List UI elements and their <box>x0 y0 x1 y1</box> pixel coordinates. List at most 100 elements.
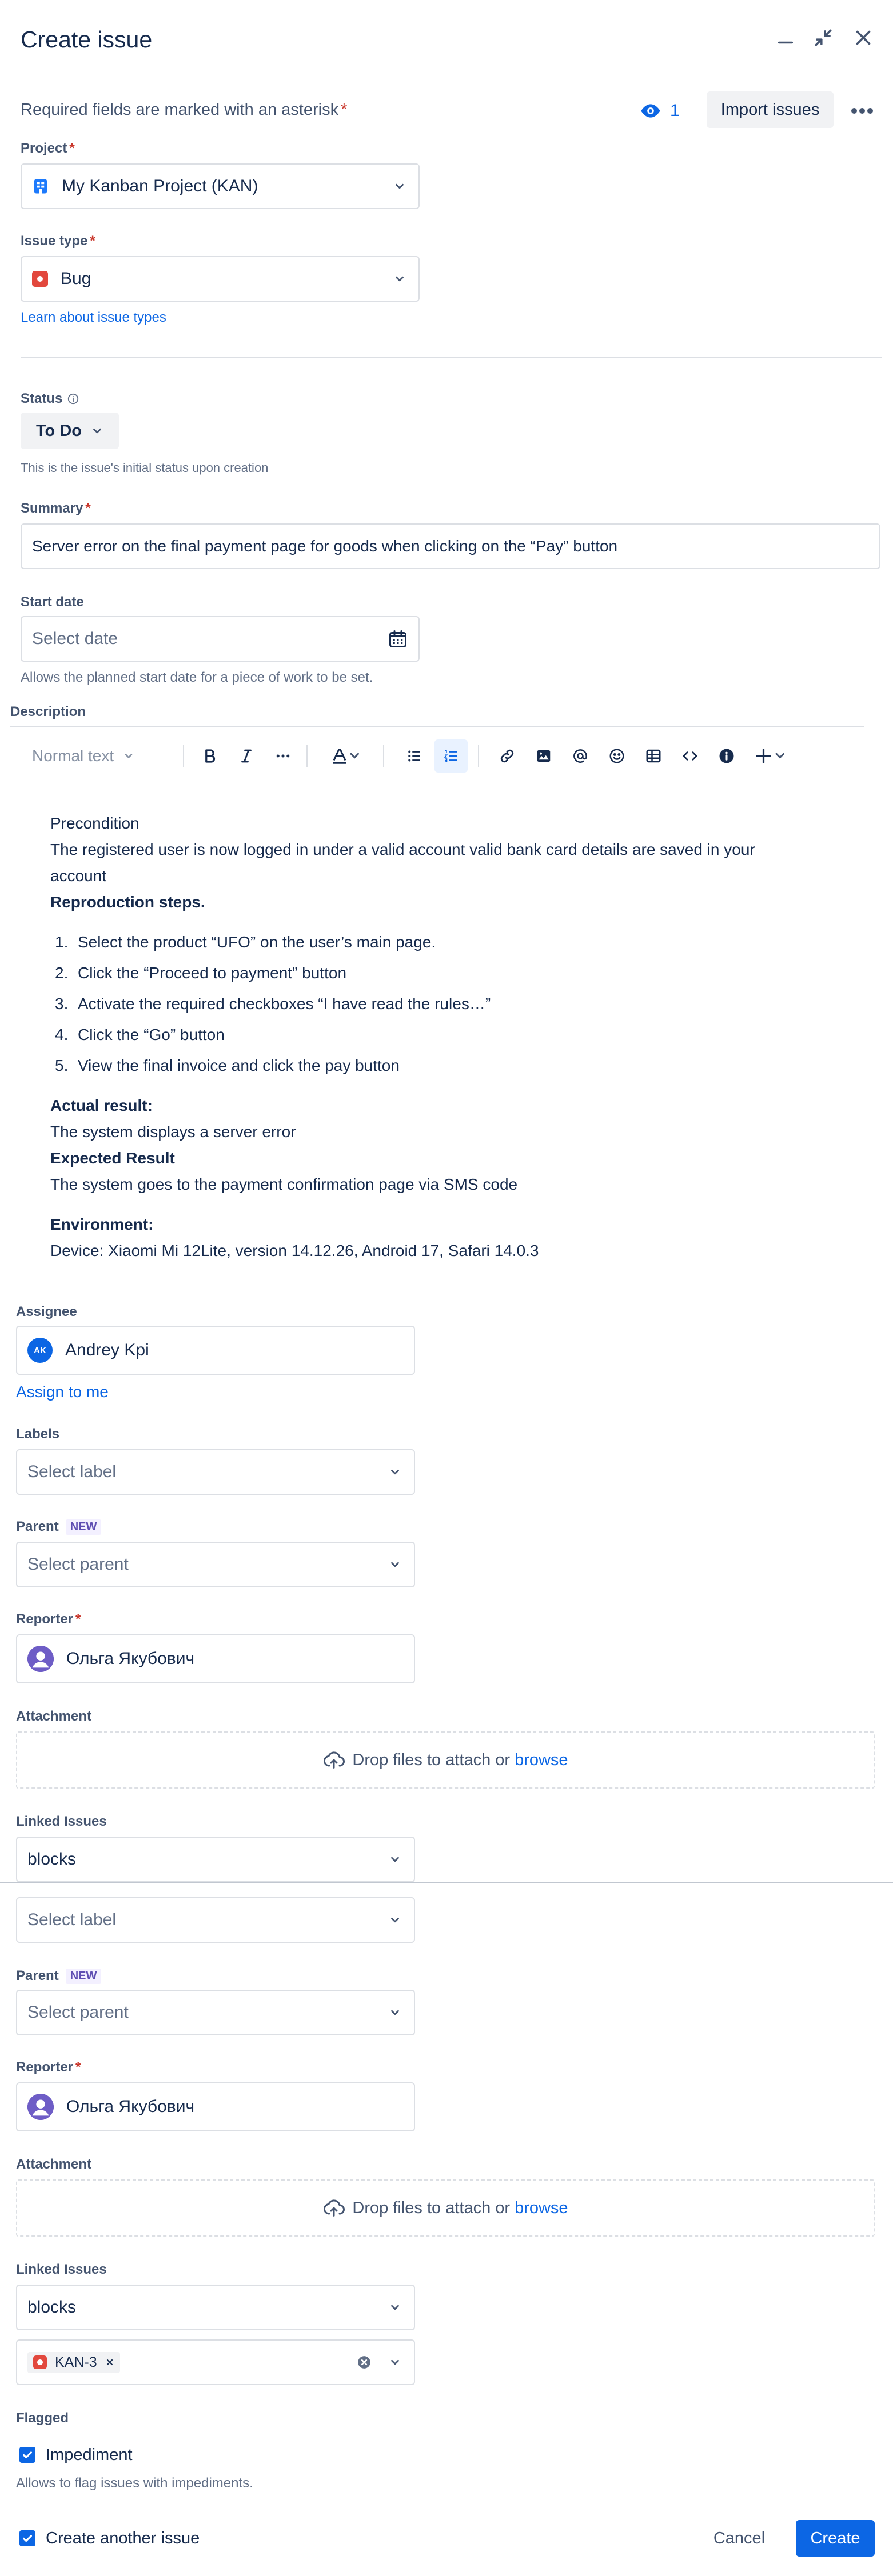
chevron-down-icon <box>386 2354 404 2371</box>
emoji-icon[interactable] <box>600 739 633 773</box>
expected-result-title: Expected Result <box>50 1149 175 1167</box>
actual-result-text: The system displays a server error <box>50 1123 296 1141</box>
issue-key: KAN-3 <box>55 2354 97 2370</box>
parent-placeholder: Select parent <box>27 2003 129 2022</box>
section-divider <box>21 357 882 358</box>
project-label: Project * <box>21 141 75 156</box>
eye-icon <box>639 99 662 122</box>
learn-issue-types-link[interactable]: Learn about issue types <box>21 310 166 326</box>
assignee-select[interactable]: AK Andrey Kpi <box>16 1326 415 1375</box>
create-another-label: Create another issue <box>46 2529 200 2547</box>
close-icon[interactable] <box>848 23 878 53</box>
link-type-value: blocks <box>27 1850 77 1869</box>
text-style-dropdown[interactable]: Normal text <box>32 739 134 773</box>
italic-icon[interactable] <box>230 739 263 773</box>
flagged-help: Allows to flag issues with impediments. <box>16 2475 253 2491</box>
scroll-seam <box>0 1882 893 1883</box>
actual-result-title: Actual result: <box>50 1097 153 1114</box>
attachment-label: Attachment <box>16 2157 92 2172</box>
steps-title: Reproduction steps. <box>50 893 205 911</box>
cancel-button[interactable]: Cancel <box>702 2520 776 2557</box>
link-type-value: blocks <box>27 2298 77 2317</box>
create-another-checkbox[interactable] <box>19 2530 35 2546</box>
precondition-title: Precondition <box>50 814 139 832</box>
attachment-drop-zone[interactable]: Drop files to attach or browse <box>16 2179 875 2237</box>
attachment-drop-zone[interactable]: Drop files to attach or browse <box>16 1731 875 1789</box>
create-button[interactable]: Create <box>796 2520 875 2557</box>
import-issues-button[interactable]: Import issues <box>707 91 834 128</box>
summary-value: Server error on the final payment page f… <box>32 537 618 555</box>
code-icon[interactable] <box>673 739 707 773</box>
link-icon[interactable] <box>491 739 524 773</box>
watch-button[interactable]: 1 <box>639 95 680 127</box>
assignee-value: Andrey Kpi <box>65 1341 149 1359</box>
chevron-down-icon <box>386 1556 404 1573</box>
link-type-select[interactable]: blocks <box>16 1837 415 1882</box>
chevron-down-icon <box>386 1911 404 1929</box>
start-date-label: Start date <box>21 594 84 610</box>
labels-select[interactable]: Select label <box>16 1449 415 1495</box>
collapse-icon[interactable] <box>808 23 838 53</box>
labels-select[interactable]: Select label <box>16 1897 415 1943</box>
mention-icon[interactable] <box>564 739 597 773</box>
text-color-icon[interactable] <box>322 739 368 773</box>
dialog-title: Create issue <box>21 26 153 53</box>
issue-type-select[interactable]: Bug <box>21 256 420 302</box>
remove-tag-icon[interactable] <box>105 2358 114 2367</box>
bold-icon[interactable] <box>193 739 226 773</box>
reporter-select[interactable]: Ольга Якубович <box>16 1634 415 1683</box>
start-date-placeholder: Select date <box>32 629 118 648</box>
reporter-label: Reporter * <box>16 1611 81 1627</box>
toolbar-separator <box>183 745 184 767</box>
project-select[interactable]: My Kanban Project (KAN) <box>21 163 420 209</box>
chevron-down-icon <box>386 1851 404 1868</box>
browse-link[interactable]: browse <box>515 1751 568 1770</box>
parent-select[interactable]: Select parent <box>16 1990 415 2035</box>
info-icon <box>67 393 79 405</box>
step-number: 3. <box>55 995 69 1013</box>
step-number: 4. <box>55 1026 69 1043</box>
insert-plus-icon[interactable] <box>749 739 792 773</box>
step-number: 1. <box>55 933 69 951</box>
labels-placeholder: Select label <box>27 1462 117 1481</box>
description-label: Description <box>10 704 86 719</box>
start-date-input[interactable]: Select date <box>21 616 420 662</box>
precondition-line-1: The registered user is now logged in und… <box>50 841 755 858</box>
summary-label: Summary * <box>21 501 91 516</box>
more-formatting-icon[interactable] <box>266 739 300 773</box>
summary-input[interactable]: Server error on the final payment page f… <box>21 523 880 569</box>
impediment-checkbox[interactable] <box>19 2447 35 2463</box>
numbered-list-icon[interactable] <box>434 739 468 773</box>
issue-tag: KAN-3 <box>27 2351 120 2373</box>
parent-select[interactable]: Select parent <box>16 1542 415 1587</box>
clear-icon[interactable] <box>357 2355 372 2370</box>
reporter-value: Ольга Якубович <box>66 1649 195 1668</box>
table-icon[interactable] <box>637 739 670 773</box>
editor-top-border <box>10 726 864 727</box>
reporter-select[interactable]: Ольга Якубович <box>16 2082 415 2131</box>
toolbar-separator <box>383 745 384 767</box>
status-dropdown[interactable]: To Do <box>21 413 119 449</box>
step-item: Select the product “UFO” on the user’s m… <box>78 933 436 951</box>
assign-to-me-link[interactable]: Assign to me <box>16 1383 109 1401</box>
chevron-down-icon <box>91 425 103 437</box>
minimize-icon[interactable] <box>771 23 800 53</box>
drop-text: Drop files to attach or <box>352 2198 511 2217</box>
info-panel-icon[interactable] <box>710 739 743 773</box>
environment-title: Environment: <box>50 1215 154 1233</box>
bullet-list-icon[interactable] <box>398 739 431 773</box>
upload-cloud-icon <box>322 2197 345 2219</box>
step-item: Click the “Proceed to payment” button <box>78 964 347 982</box>
start-date-help: Allows the planned start date for a piec… <box>21 670 373 685</box>
image-icon[interactable] <box>527 739 560 773</box>
user-avatar-icon <box>27 2094 54 2120</box>
linked-issue-picker[interactable]: KAN-3 <box>16 2339 415 2385</box>
calendar-icon[interactable] <box>388 629 408 649</box>
browse-link[interactable]: browse <box>515 2199 568 2218</box>
link-type-select[interactable]: blocks <box>16 2285 415 2330</box>
text-style-value: Normal text <box>32 747 114 765</box>
project-value: My Kanban Project (KAN) <box>62 177 258 195</box>
reporter-label: Reporter * <box>16 2059 81 2075</box>
environment-text: Device: Xiaomi Mi 12Lite, version 14.12.… <box>50 1242 539 1259</box>
more-actions-icon[interactable] <box>847 96 877 126</box>
